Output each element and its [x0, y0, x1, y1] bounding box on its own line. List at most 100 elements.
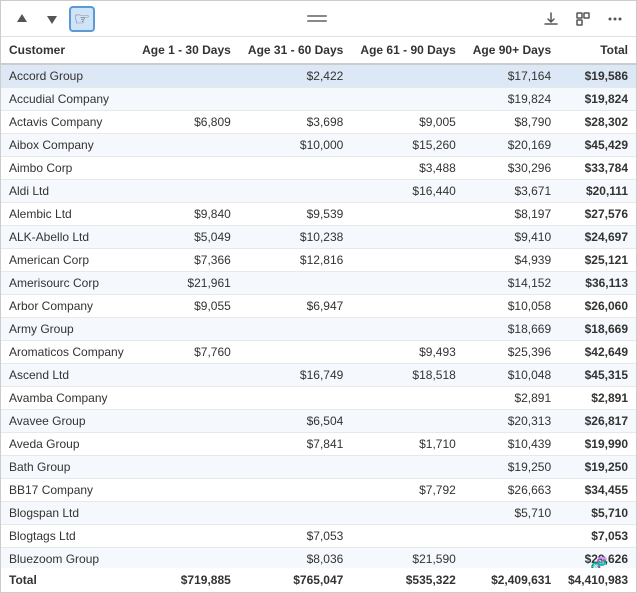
table-cell — [133, 456, 239, 479]
table-cell: $9,410 — [464, 226, 559, 249]
table-cell — [133, 387, 239, 410]
table-cell: $8,790 — [464, 111, 559, 134]
table-cell: $10,238 — [239, 226, 352, 249]
table-row: Accord Group$2,422$17,164$19,586 — [1, 64, 636, 88]
table-cell — [133, 479, 239, 502]
table-cell: Actavis Company — [1, 111, 133, 134]
table-cell: $6,809 — [133, 111, 239, 134]
table-cell: $27,576 — [559, 203, 636, 226]
table-cell: Army Group — [1, 318, 133, 341]
table-cell: Blogspan Ltd — [1, 502, 133, 525]
footer-age-1-30: $719,885 — [133, 567, 239, 592]
table-cell — [133, 364, 239, 387]
footer-age-61-90: $535,322 — [351, 567, 464, 592]
table-cell: $19,586 — [559, 64, 636, 88]
table-cell: $42,649 — [559, 341, 636, 364]
table-cell: $25,396 — [464, 341, 559, 364]
table-cell: $36,113 — [559, 272, 636, 295]
footer-label: Total — [1, 567, 133, 592]
table-cell: Aldi Ltd — [1, 180, 133, 203]
table-cell: $7,366 — [133, 249, 239, 272]
table-row: Aldi Ltd$16,440$3,671$20,111 — [1, 180, 636, 203]
table-cell: $3,698 — [239, 111, 352, 134]
aging-table: Customer Age 1 - 30 Days Age 31 - 60 Day… — [1, 37, 636, 592]
table-row: Amerisourc Corp$21,961 $14,152$36,113 — [1, 272, 636, 295]
table-cell: $10,048 — [464, 364, 559, 387]
table-cell: $28,302 — [559, 111, 636, 134]
table-cell — [133, 433, 239, 456]
table-cell — [133, 502, 239, 525]
table-cell — [239, 456, 352, 479]
table-cell — [133, 134, 239, 157]
table-cell — [239, 479, 352, 502]
table-cell: $10,000 — [239, 134, 352, 157]
table-cell — [351, 410, 464, 433]
table-cell: $7,053 — [559, 525, 636, 548]
table-row: Actavis Company$6,809$3,698$9,005$8,790$… — [1, 111, 636, 134]
sort-asc-button[interactable] — [9, 6, 35, 32]
table-cell: $18,669 — [559, 318, 636, 341]
table-cell — [239, 88, 352, 111]
table-cell: ALK-Abello Ltd — [1, 226, 133, 249]
table-cell: $10,058 — [464, 295, 559, 318]
table-cell: $16,440 — [351, 180, 464, 203]
table-cell — [239, 502, 352, 525]
table-cell: $3,671 — [464, 180, 559, 203]
table-cell — [351, 387, 464, 410]
table-cell: Amerisourc Corp — [1, 272, 133, 295]
table-cell: Avamba Company — [1, 387, 133, 410]
table-row: Blogspan Ltd$5,710$5,710 — [1, 502, 636, 525]
table-cell: $5,710 — [464, 502, 559, 525]
cursor-button[interactable]: ☞ — [69, 6, 95, 32]
table-cell: Aibox Company — [1, 134, 133, 157]
table-cell: $7,760 — [133, 341, 239, 364]
table-container[interactable]: Customer Age 1 - 30 Days Age 31 - 60 Day… — [1, 37, 636, 592]
toolbar-left: ☞ — [9, 6, 95, 32]
download-button[interactable] — [538, 6, 564, 32]
expand-button[interactable] — [570, 6, 596, 32]
table-cell: $26,663 — [464, 479, 559, 502]
footer-age-90plus: $2,409,631 — [464, 567, 559, 592]
table-cell: $3,488 — [351, 157, 464, 180]
table-cell: $7,053 — [239, 525, 352, 548]
table-row: ALK-Abello Ltd$5,049$10,238$9,410$24,697 — [1, 226, 636, 249]
table-cell: $30,296 — [464, 157, 559, 180]
table-cell: $9,539 — [239, 203, 352, 226]
table-cell — [351, 88, 464, 111]
table-cell — [239, 157, 352, 180]
table-cell: Bath Group — [1, 456, 133, 479]
table-cell — [351, 272, 464, 295]
table-cell: $19,824 — [559, 88, 636, 111]
table-cell: $45,429 — [559, 134, 636, 157]
more-button[interactable] — [602, 6, 628, 32]
table-row: Avamba Company$2,891$2,891 — [1, 387, 636, 410]
cursor-hand-icon: ☞ — [74, 10, 90, 28]
table-cell: $15,260 — [351, 134, 464, 157]
table-row: American Corp$7,366$12,816$4,939$25,121 — [1, 249, 636, 272]
table-cell — [351, 226, 464, 249]
table-row: Aibox Company$10,000$15,260$20,169$45,42… — [1, 134, 636, 157]
table-cell: $26,817 — [559, 410, 636, 433]
table-cell: $7,792 — [351, 479, 464, 502]
footer-age-31-60: $765,047 — [239, 567, 352, 592]
table-cell: Aromaticos Company — [1, 341, 133, 364]
col-header-age-61-90: Age 61 - 90 Days — [351, 37, 464, 64]
table-cell — [133, 64, 239, 88]
table-cell: Avavee Group — [1, 410, 133, 433]
table-row: Ascend Ltd$16,749$18,518$10,048$45,315 — [1, 364, 636, 387]
table-cell: $33,784 — [559, 157, 636, 180]
table-cell: Arbor Company — [1, 295, 133, 318]
table-row: Blogtags Ltd$7,053$7,053 — [1, 525, 636, 548]
table-row: Avavee Group$6,504$20,313$26,817 — [1, 410, 636, 433]
sort-desc-button[interactable] — [39, 6, 65, 32]
table-cell — [133, 157, 239, 180]
table-cell: $21,961 — [133, 272, 239, 295]
table-cell: $8,197 — [464, 203, 559, 226]
table-cell — [239, 180, 352, 203]
table-cell: $14,152 — [464, 272, 559, 295]
drag-handle[interactable] — [302, 11, 332, 27]
table-cell: $9,005 — [351, 111, 464, 134]
table-header-row: Customer Age 1 - 30 Days Age 31 - 60 Day… — [1, 37, 636, 64]
table-cell — [133, 180, 239, 203]
table-cell: $9,493 — [351, 341, 464, 364]
